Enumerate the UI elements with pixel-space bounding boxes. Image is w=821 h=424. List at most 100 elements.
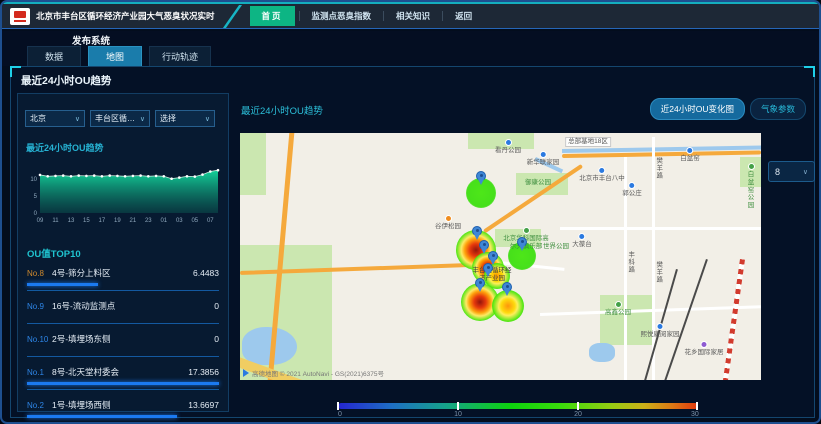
- amap-logo-icon: [243, 369, 249, 377]
- map-pin[interactable]: [475, 278, 485, 288]
- map-pin[interactable]: [479, 240, 489, 250]
- map-label-text: 樊羊路: [654, 261, 662, 284]
- map-label-text: 高鑫公园: [605, 309, 631, 317]
- svg-text:15: 15: [83, 218, 90, 224]
- map-label: 新华联家园: [527, 151, 560, 167]
- top-list-row: No.18号-北天堂村委会17.3856: [27, 366, 219, 378]
- heat-legend: 0102030: [338, 403, 698, 421]
- ou-value: 0: [214, 334, 219, 344]
- map-pin[interactable]: [488, 251, 498, 261]
- view-tabs: 数据地图行动轨迹: [27, 46, 211, 67]
- top-list-item: No.102号-填埋场东侧0: [27, 333, 219, 357]
- map-label-text: 新华联家园: [527, 159, 560, 167]
- map-panel-title: 最近24小时OU趋势: [241, 103, 323, 117]
- filter-city[interactable]: 北京∨: [25, 110, 85, 127]
- legend-tick: [577, 402, 579, 410]
- map-label: 北京市丰台八中: [579, 167, 625, 183]
- metro-poi-icon: [629, 182, 636, 189]
- map-pin[interactable]: [483, 263, 493, 273]
- svg-text:17: 17: [99, 218, 106, 224]
- map-pin[interactable]: [502, 282, 512, 292]
- map-railway-striped: [722, 259, 745, 380]
- purple-poi-icon: [701, 341, 708, 348]
- map-attribution: 高德地图 © 2021 AutoNavi - GS(2021)6375号: [243, 368, 384, 378]
- top-list-item: No.21号-填埋场西侧13.6697: [27, 399, 219, 423]
- chevron-down-icon: ∨: [140, 115, 145, 123]
- brand: 北京市丰台区循环经济产业园大气恶臭状况实时: [2, 8, 215, 25]
- map-pin[interactable]: [517, 237, 527, 247]
- map-button-weather[interactable]: 气象参数: [750, 98, 806, 120]
- logo-glyph: [14, 11, 26, 18]
- rank-label: No.10: [27, 335, 52, 344]
- main-panel: 最近24小时OU趋势 北京∨丰台区循环经济产∨选择∨ 最近24小时OU趋势 05…: [10, 66, 815, 418]
- progress-track: [27, 283, 219, 286]
- map-label-text: 花乡国际家居: [685, 349, 724, 357]
- svg-text:11: 11: [52, 218, 59, 224]
- map-panel: 最近24小时OU趋势 近24小时OU变化图气象参数 高德地图 © 2021 Au…: [231, 91, 812, 415]
- nav-item-home[interactable]: 首页: [250, 6, 295, 26]
- map-label: 谷伊松园: [435, 215, 461, 231]
- tab-data[interactable]: 数据: [27, 46, 81, 67]
- progress-fill: [27, 382, 219, 385]
- map-label: 白盆窑: [680, 147, 700, 163]
- svg-text:10: 10: [30, 177, 37, 183]
- tab-track[interactable]: 行动轨迹: [149, 46, 211, 67]
- map-pin[interactable]: [472, 226, 482, 236]
- top-nav-bar: 北京市丰台区循环经济产业园大气恶臭状况实时 首页监测点恶臭指数相关知识返回: [2, 2, 819, 29]
- filter-site[interactable]: 选择∨: [155, 110, 215, 127]
- site-name: 8号-北天堂村委会: [52, 366, 188, 378]
- map-button-ou-change[interactable]: 近24小时OU变化图: [650, 98, 745, 120]
- map-label-text: 白盆窑: [680, 155, 700, 163]
- map-label-text: 谷伊松园: [435, 223, 461, 231]
- svg-text:0: 0: [34, 211, 38, 217]
- poi-poi-icon: [445, 215, 452, 222]
- top-list: OU值TOP10 No.84号-筛分上料区6.4483No.916号-流动监测点…: [27, 246, 219, 424]
- progress-track: [27, 415, 219, 418]
- map-pin[interactable]: [476, 171, 486, 181]
- progress-track: [27, 316, 219, 319]
- svg-text:23: 23: [145, 218, 152, 224]
- site-name: 4号-筛分上料区: [52, 267, 193, 279]
- map-button-group: 近24小时OU变化图气象参数: [650, 98, 806, 120]
- filter-value: 丰台区循环经济产: [95, 113, 138, 124]
- top-list-row: No.102号-填埋场东侧0: [27, 333, 219, 345]
- map-label: 看丹公园: [495, 139, 521, 155]
- nav-item-station-index[interactable]: 监测点恶臭指数: [300, 10, 384, 22]
- filter-value: 北京: [30, 113, 46, 124]
- map-label: 高鑫公园: [605, 301, 631, 317]
- svg-text:21: 21: [130, 218, 137, 224]
- ou-value: 13.6697: [188, 400, 219, 410]
- ou-value: 6.4483: [193, 268, 219, 278]
- nav-item-back[interactable]: 返回: [443, 10, 484, 22]
- parkic-poi-icon: [523, 227, 530, 234]
- svg-text:13: 13: [68, 218, 75, 224]
- svg-text:5: 5: [34, 194, 38, 200]
- panel-title: 最近24小时OU趋势: [21, 73, 111, 88]
- legend-tick: [696, 402, 698, 410]
- heat-legend-gradient: [338, 403, 698, 409]
- divider: [27, 389, 219, 390]
- svg-text:07: 07: [207, 218, 214, 224]
- rank-label: No.8: [27, 269, 52, 278]
- app-logo: [10, 8, 30, 25]
- progress-track: [27, 349, 219, 352]
- map-road-white: [560, 227, 761, 230]
- site-name: 2号-填埋场东侧: [52, 333, 214, 345]
- nav-item-knowledge[interactable]: 相关知识: [384, 10, 442, 22]
- hour-select[interactable]: 8 ∨: [768, 161, 815, 182]
- map-attribution-text: 高德地图 © 2021 AutoNavi - GS(2021)6375号: [252, 368, 384, 378]
- map-label-text: 丰科路: [626, 251, 634, 274]
- metro-poi-icon: [579, 233, 586, 240]
- map-label: 花乡国际家居: [685, 341, 724, 357]
- heat-legend-labels: 0102030: [338, 411, 698, 421]
- tab-map[interactable]: 地图: [88, 46, 142, 67]
- svg-text:19: 19: [114, 218, 121, 224]
- map-canvas[interactable]: 高德地图 © 2021 AutoNavi - GS(2021)6375号 看丹公…: [240, 133, 761, 380]
- progress-track: [27, 382, 219, 385]
- rank-label: No.9: [27, 302, 52, 311]
- map-label-text: 樊羊路: [654, 157, 662, 180]
- filter-park[interactable]: 丰台区循环经济产∨: [90, 110, 150, 127]
- system-label: 发布系统: [72, 33, 110, 47]
- top-list-items: No.84号-筛分上料区6.4483No.916号-流动监测点0No.102号-…: [27, 267, 219, 423]
- site-name: 16号-流动监测点: [52, 300, 214, 312]
